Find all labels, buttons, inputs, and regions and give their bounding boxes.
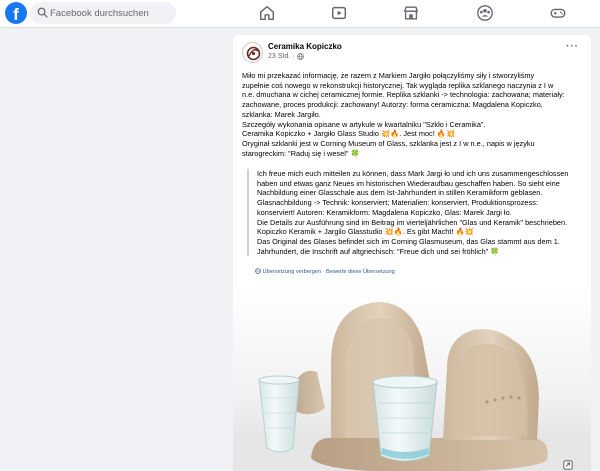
rate-translation-link[interactable]: Bewerte diese Übersetzung bbox=[326, 269, 395, 275]
marketplace-icon[interactable] bbox=[402, 4, 420, 22]
globe-icon bbox=[296, 53, 304, 60]
avatar[interactable] bbox=[242, 42, 263, 63]
translation-line: Die Details zur Ausführung sind im Beitr… bbox=[257, 217, 568, 227]
post-text: Miło mi przekazać informację, że razem z… bbox=[242, 71, 584, 158]
post-card: Ceramika Kopiczko 23 Std. · ··· Miło mi … bbox=[233, 35, 591, 471]
post-text-line: Miło mi przekazać informację, że razem z… bbox=[242, 71, 535, 80]
post-text-line: Ceramika Kopiczko + Jargiło Glass Studio… bbox=[242, 129, 456, 139]
post-time[interactable]: 23 Std. bbox=[268, 53, 290, 60]
groups-icon[interactable] bbox=[476, 4, 494, 22]
gaming-icon[interactable] bbox=[549, 4, 567, 22]
share-icon[interactable] bbox=[563, 460, 573, 470]
video-icon[interactable] bbox=[330, 4, 348, 22]
post-text-line: Szczegóły wykonania opisane w artykule w… bbox=[242, 119, 486, 129]
facebook-logo[interactable]: f bbox=[5, 2, 27, 24]
post-image[interactable] bbox=[233, 288, 591, 471]
translation-line: konserviert! Autoren: Keramikform: Magda… bbox=[257, 207, 512, 217]
translation-line: Ich freue mich euch mitteilen zu können,… bbox=[257, 169, 569, 178]
hide-translation-link[interactable]: Übersetzung verbergen bbox=[263, 269, 321, 275]
search-icon bbox=[37, 7, 48, 18]
ceramika-logo-icon bbox=[246, 46, 261, 61]
translation-line: Nachbildung einer Glasschale aus dem Ist… bbox=[257, 188, 543, 198]
translation-links: Übersetzung verbergen · Bewerte diese Üb… bbox=[255, 268, 395, 275]
translation-line: Glasnachbildung -> Technik: konserviert;… bbox=[257, 198, 538, 208]
search-input[interactable] bbox=[50, 2, 174, 24]
post-text-line: zupełnie coś nowego w rekonstrukcji hist… bbox=[242, 80, 554, 90]
photo-ceramic-molds-and-glasses bbox=[233, 288, 591, 471]
post-meta: 23 Std. · bbox=[268, 53, 304, 60]
translation-line: haben und etwas ganz Neues im historisch… bbox=[257, 178, 560, 188]
translation-line: Kopiczko Keramik + Jargilo Glasstudio 💥🔥… bbox=[257, 227, 474, 237]
search-box[interactable] bbox=[30, 2, 176, 24]
home-icon[interactable] bbox=[258, 4, 276, 22]
post-text-line: starogreckim: "Raduj się i wesel" 🍀 bbox=[242, 148, 360, 158]
translation-line: Jahrhundert, die Inschrift auf altgriech… bbox=[257, 246, 500, 256]
post-text-line: Oryginał szklanki jest w Corning Museum … bbox=[242, 138, 535, 148]
translation-line: Das Original des Glases befindet sich im… bbox=[257, 236, 560, 246]
post-text-line: zachowane, proces produkcji: zachowany! … bbox=[242, 100, 543, 110]
post-author[interactable]: Ceramika Kopiczko bbox=[268, 42, 342, 51]
more-options-button[interactable]: ··· bbox=[566, 41, 579, 52]
top-navigation-bar: f bbox=[0, 0, 600, 28]
translation-block: Ich freue mich euch mitteilen zu können,… bbox=[247, 169, 577, 257]
post-text-line: n.e. dmuchana w cichej ceramicznej formi… bbox=[242, 90, 565, 100]
translate-icon bbox=[255, 268, 261, 274]
meta-separator: · bbox=[292, 53, 295, 60]
post-text-line: szklanka: Marek Jargiło. bbox=[242, 109, 321, 119]
